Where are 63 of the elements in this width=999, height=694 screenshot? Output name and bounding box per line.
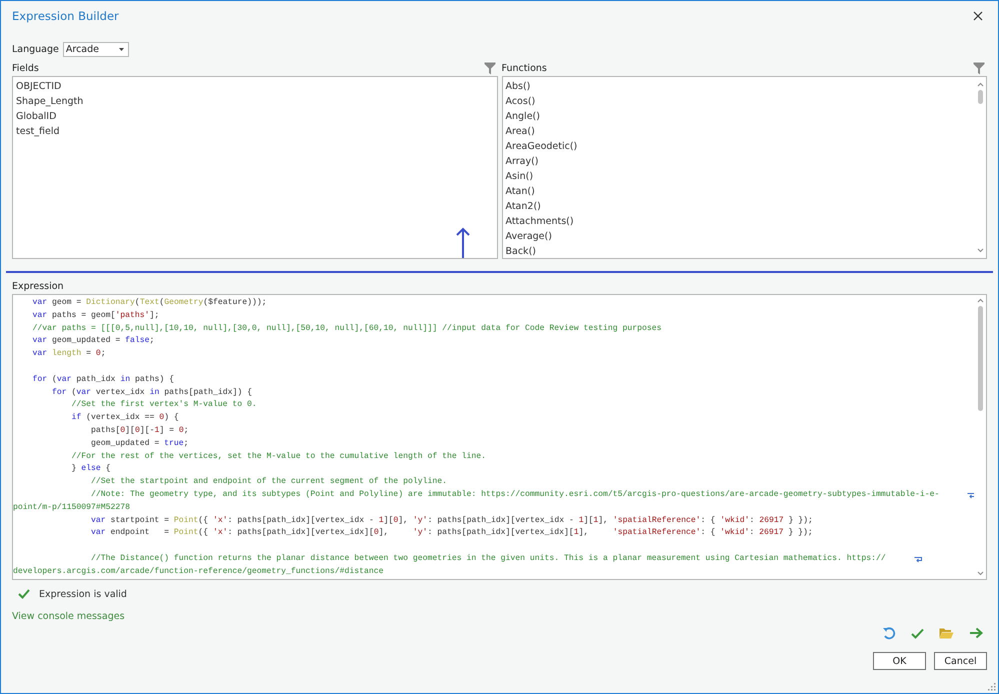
- check-icon[interactable]: [911, 628, 924, 638]
- code-line: //Note: The geometry type, and its subtypes (Point and Polyline) are immutable: https://community.esri.com/t5/arcgis-pro-questions/are-arcade-geometry-subtypes-immutable-i-e-: [13, 488, 974, 502]
- folder-icon[interactable]: [939, 627, 954, 639]
- dialog-button[interactable]: OK: [873, 652, 926, 670]
- language-label: Language: [12, 44, 59, 54]
- code-line: geom_updated = true;: [90, 438, 189, 450]
- fields-label: Fields: [12, 62, 39, 74]
- function-item[interactable]: Array(): [506, 154, 538, 169]
- function-item[interactable]: Atan(): [506, 184, 535, 199]
- code-line: for (var vertex_idx in paths[path_idx]) {: [51, 386, 252, 399]
- function-item[interactable]: Back(): [506, 244, 536, 259]
- filter-icon[interactable]: [484, 62, 496, 74]
- function-item[interactable]: Angle(): [506, 109, 540, 124]
- code-line: //For the rest of the vertices, set the M-value to the cumulative length of the line.: [70, 450, 486, 463]
- code-line: for (var path_idx in paths) {: [32, 374, 174, 386]
- code-line: paths[0][0][-1] = 0;: [90, 424, 189, 437]
- scroll-thumb[interactable]: [978, 306, 982, 411]
- up-arrow-icon[interactable]: [456, 227, 470, 259]
- field-item[interactable]: test_field: [16, 124, 60, 139]
- function-item[interactable]: Abs(): [506, 79, 530, 94]
- dialog-button[interactable]: Cancel: [934, 652, 987, 670]
- field-item[interactable]: OBJECTID: [16, 79, 62, 94]
- scroll-down-icon[interactable]: [976, 571, 984, 576]
- scroll-up-icon[interactable]: [976, 298, 984, 303]
- language-dropdown[interactable]: Arcade: [62, 42, 129, 56]
- code-line: //Set the startpoint and endpoint of the current segment of the polyline.: [90, 476, 447, 488]
- code-line: var length = 0;: [32, 348, 106, 360]
- function-item[interactable]: Area(): [506, 124, 535, 139]
- code-line: if (vertex_idx == 0) {: [70, 412, 179, 424]
- code-line: var geom_updated = false;: [32, 335, 154, 348]
- function-item[interactable]: Acos(): [506, 94, 536, 109]
- function-item[interactable]: Atan2(): [506, 199, 541, 214]
- console-link[interactable]: View console messages: [12, 611, 125, 622]
- expression-label: Expression: [12, 281, 64, 293]
- code-editor[interactable]: [12, 294, 987, 580]
- code-line: point/m-p/1150097#M52278: [13, 502, 130, 514]
- code-line: var paths = geom['paths'];: [32, 310, 160, 322]
- arrow-right-icon[interactable]: [969, 627, 983, 639]
- scroll-down-icon[interactable]: [976, 248, 984, 253]
- function-item[interactable]: Asin(): [506, 169, 534, 184]
- undo-icon[interactable]: [882, 626, 896, 640]
- resize-grip-icon[interactable]: [988, 683, 996, 691]
- function-item[interactable]: AreaGeodetic(): [506, 139, 578, 154]
- function-item[interactable]: Average(): [506, 229, 552, 244]
- code-line: //var paths = [[[0,5,null],[10,10, null],[30,0, null],[50,10, null],[60,10, null]]] //input data for Code Review testing purposes: [32, 322, 662, 335]
- functions-label: Functions: [502, 62, 547, 74]
- validation-message: Expression is valid: [39, 588, 127, 600]
- scroll-thumb[interactable]: [978, 90, 982, 104]
- filter-icon[interactable]: [973, 62, 985, 74]
- field-item[interactable]: GlobalID: [16, 109, 56, 124]
- window-title: Expression Builder: [12, 9, 119, 23]
- code-line: var endpoint = Point({ 'x': paths[path_idx][vertex_idx][0], 'y': paths[path_idx][vertex_idx][1], 'spatialReference': { 'wkid': 26917 } });: [90, 527, 813, 540]
- code-line: var startpoint = Point({ 'x': paths[path_idx][vertex_idx - 1][0], 'y': paths[path_idx][vertex_idx - 1][1], 'spatialReference': { 'wkid': 26917 } });: [90, 514, 813, 527]
- close-icon[interactable]: [973, 11, 983, 21]
- field-item[interactable]: Shape_Length: [16, 94, 84, 109]
- scroll-up-icon[interactable]: [976, 82, 984, 87]
- caret-icon: [118, 48, 124, 50]
- code-line: //The Distance() function returns the planar distance between two geometries in the given units. This is a planar measurement using Cartesian mathematics. https://: [13, 552, 923, 566]
- function-item[interactable]: Attachments(): [506, 214, 574, 229]
- code-line: } else {: [70, 463, 111, 476]
- code-line: var geom = Dictionary(Text(Geometry($feature)));: [32, 297, 267, 309]
- code-line: //Set the first vertex's M-value to 0.: [70, 399, 257, 412]
- code-line: developers.arcgis.com/arcade/function-reference/geometry_functions/#distance: [13, 566, 384, 578]
